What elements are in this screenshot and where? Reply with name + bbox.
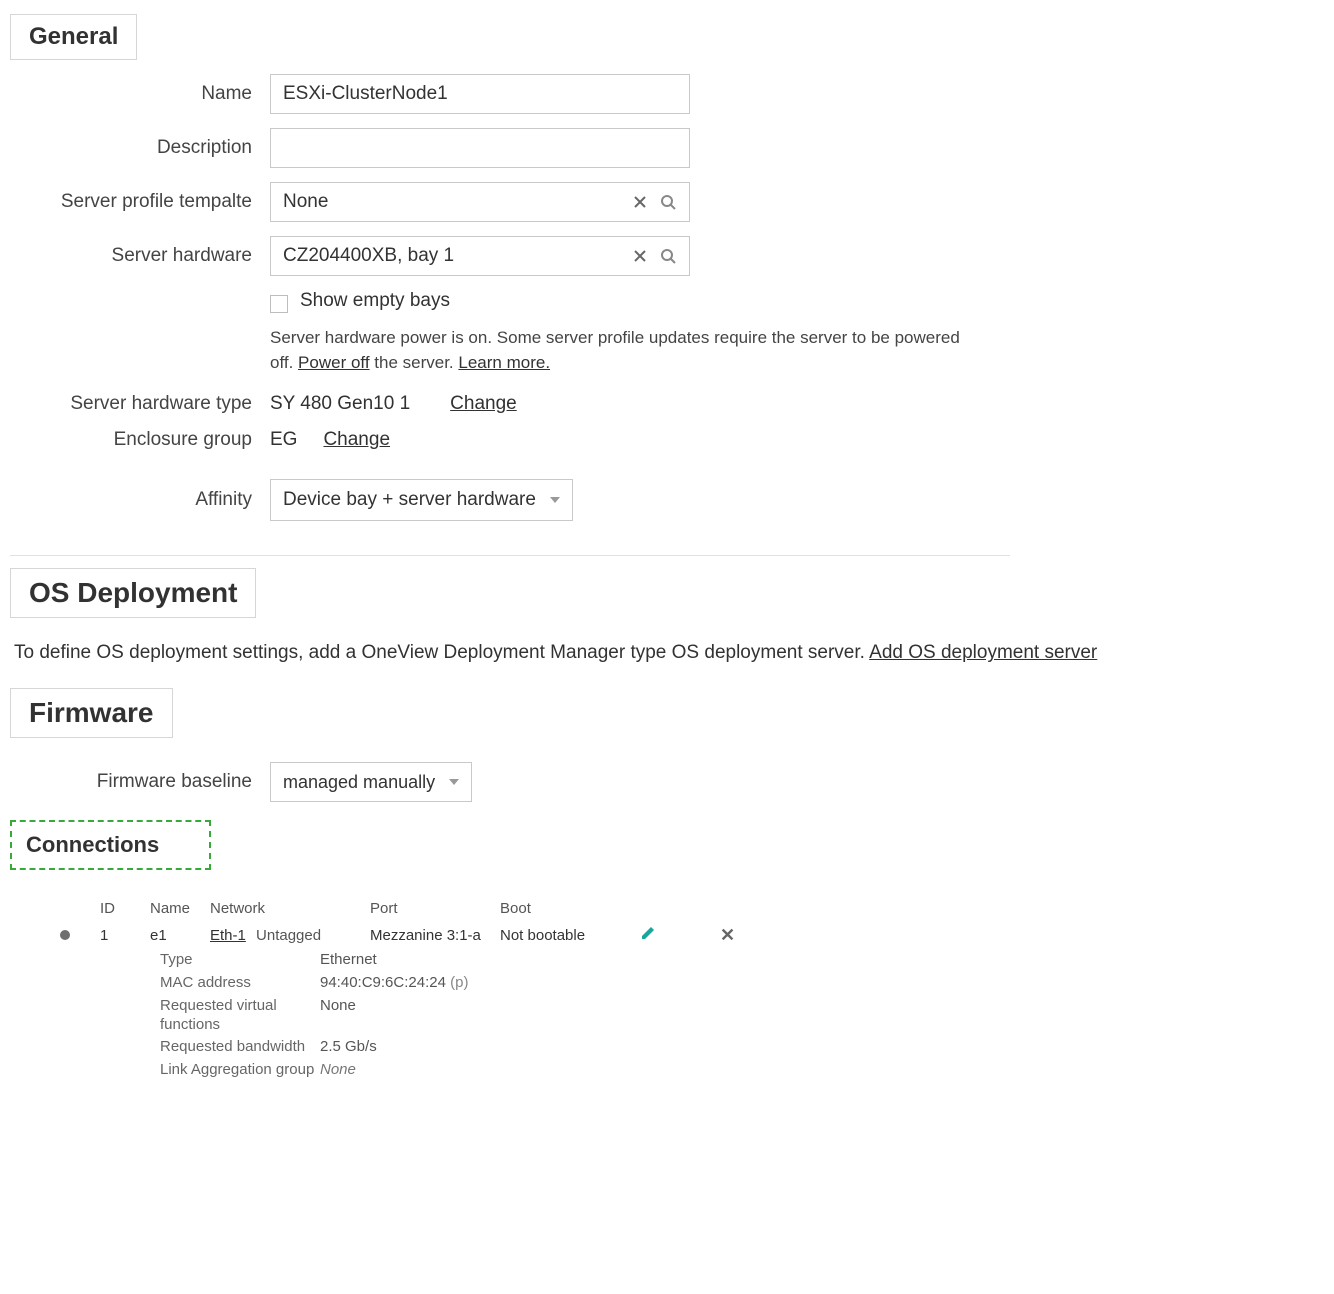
firmware-baseline-value: managed manually xyxy=(283,772,435,793)
detail-type-value: Ethernet xyxy=(320,951,560,970)
firmware-baseline-select[interactable]: managed manually xyxy=(270,762,472,802)
clear-icon[interactable] xyxy=(631,193,649,211)
name-input[interactable]: ESXi-ClusterNode1 xyxy=(270,74,690,114)
section-heading-general: General xyxy=(10,14,137,60)
change-hardware-type-link[interactable]: Change xyxy=(450,393,517,415)
server-hardware-value: CZ204400XB, bay 1 xyxy=(283,245,454,267)
detail-rbw-label: Requested bandwidth xyxy=(160,1038,320,1057)
add-os-deployment-server-link[interactable]: Add OS deployment server xyxy=(869,642,1097,663)
row-id: 1 xyxy=(100,927,150,944)
name-label: Name xyxy=(10,83,270,105)
power-hint-text: Server hardware power is on. Some server… xyxy=(270,326,970,375)
clear-icon[interactable] xyxy=(631,247,649,265)
enclosure-group-value: EG xyxy=(270,429,297,451)
detail-rvf-label: Requested virtual functions xyxy=(160,997,320,1035)
server-hardware-type-value: SY 480 Gen10 1 xyxy=(270,393,410,415)
row-name: e1 xyxy=(150,927,210,944)
edit-icon[interactable] xyxy=(640,925,658,943)
section-heading-os-deployment: OS Deployment xyxy=(10,568,256,618)
search-icon[interactable] xyxy=(659,247,677,265)
section-heading-firmware: Firmware xyxy=(10,688,173,738)
col-boot: Boot xyxy=(500,900,640,917)
show-empty-bays-label: Show empty bays xyxy=(300,290,450,312)
name-input-value: ESXi-ClusterNode1 xyxy=(283,83,448,105)
server-profile-template-label: Server profile tempalte xyxy=(10,191,270,213)
status-dot-icon xyxy=(60,930,70,940)
detail-rvf-value: None xyxy=(320,997,560,1035)
detail-lag-value: None xyxy=(320,1061,560,1080)
section-heading-connections: Connections xyxy=(10,820,211,870)
os-deployment-text: To define OS deployment settings, add a … xyxy=(14,642,869,663)
col-port: Port xyxy=(370,900,500,917)
learn-more-link[interactable]: Learn more. xyxy=(458,353,550,372)
server-hardware-label: Server hardware xyxy=(10,245,270,267)
server-hardware-input[interactable]: CZ204400XB, bay 1 xyxy=(270,236,690,276)
col-network: Network xyxy=(210,900,370,917)
power-off-link[interactable]: Power off xyxy=(298,353,370,372)
enclosure-group-label: Enclosure group xyxy=(10,429,270,451)
row-network-link[interactable]: Eth-1 xyxy=(210,927,246,944)
table-row: 1 e1 Eth-1 Untagged Mezzanine 3:1-a Not … xyxy=(60,925,1324,945)
detail-type-label: Type xyxy=(160,951,320,970)
change-enclosure-group-link[interactable]: Change xyxy=(323,429,390,451)
delete-icon[interactable]: ✕ xyxy=(720,925,738,943)
affinity-select[interactable]: Device bay + server hardware xyxy=(270,479,573,521)
server-profile-template-value: None xyxy=(283,191,328,213)
search-icon[interactable] xyxy=(659,193,677,211)
affinity-label: Affinity xyxy=(10,489,270,511)
server-hardware-type-label: Server hardware type xyxy=(10,393,270,415)
detail-mac-label: MAC address xyxy=(160,974,320,993)
col-name: Name xyxy=(150,900,210,917)
show-empty-bays-checkbox[interactable] xyxy=(270,295,288,313)
row-port: Mezzanine 3:1-a xyxy=(370,927,500,944)
firmware-baseline-label: Firmware baseline xyxy=(10,771,270,793)
row-network-tag: Untagged xyxy=(256,927,321,944)
col-id: ID xyxy=(100,900,150,917)
detail-rbw-value: 2.5 Gb/s xyxy=(320,1038,560,1057)
description-label: Description xyxy=(10,137,270,159)
row-boot: Not bootable xyxy=(500,927,640,944)
description-input[interactable] xyxy=(270,128,690,168)
detail-mac-value: 94:40:C9:6C:24:24 (p) xyxy=(320,974,560,993)
detail-lag-label: Link Aggregation group xyxy=(160,1061,320,1080)
server-profile-template-input[interactable]: None xyxy=(270,182,690,222)
affinity-value: Device bay + server hardware xyxy=(283,489,536,511)
